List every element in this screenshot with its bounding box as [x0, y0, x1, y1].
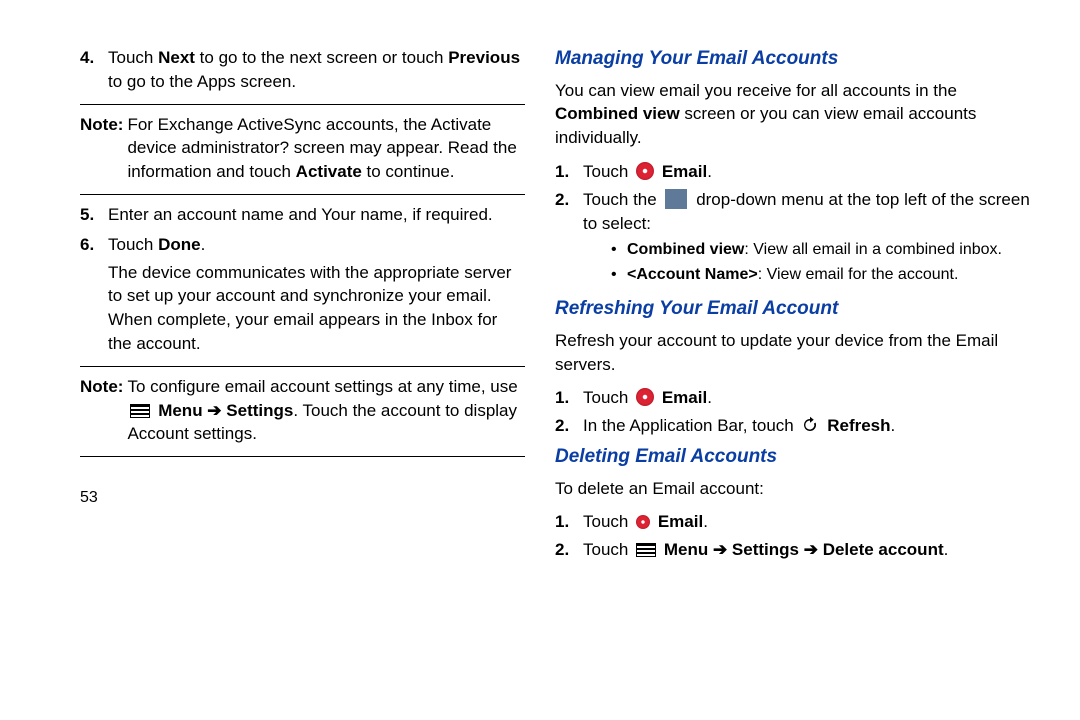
step-body: Touch Done. The device communicates with… — [108, 233, 525, 356]
note-1: Note: For Exchange ActiveSync accounts, … — [80, 113, 525, 184]
managing-steps: 1. Touch Email. 2. Touch the drop-down m… — [555, 160, 1040, 290]
dropdown-icon — [665, 189, 687, 209]
step-number: 4. — [80, 46, 108, 94]
note-body: For Exchange ActiveSync accounts, the Ac… — [127, 113, 525, 184]
refreshing-intro: Refresh your account to update your devi… — [555, 329, 1040, 377]
managing-intro: You can view email you receive for all a… — [555, 79, 1040, 150]
step-number: 1. — [555, 510, 583, 534]
deleting-intro: To delete an Email account: — [555, 477, 1040, 501]
step-number: 2. — [555, 538, 583, 562]
step-body: Touch the drop-down menu at the top left… — [583, 188, 1040, 290]
divider — [80, 104, 525, 105]
email-icon — [636, 388, 654, 406]
note-2: Note: To configure email account setting… — [80, 375, 525, 446]
page-number: 53 — [80, 487, 525, 509]
note-label: Note: — [80, 113, 123, 184]
email-icon — [636, 162, 654, 180]
step-body: Enter an account name and Your name, if … — [108, 203, 525, 227]
step-6: 6. Touch Done. The device communicates w… — [80, 233, 525, 356]
deleting-steps: 1. Touch Email. 2. Touch Menu ➔ Settings… — [555, 510, 1040, 562]
refresh-icon — [801, 416, 819, 434]
step-number: 6. — [80, 233, 108, 356]
managing-bullets: •Combined view: View all email in a comb… — [611, 239, 1040, 286]
manual-page: 4. Touch Next to go to the next screen o… — [0, 0, 1080, 578]
step-number: 5. — [80, 203, 108, 227]
note-label: Note: — [80, 375, 123, 446]
left-column: 4. Touch Next to go to the next screen o… — [40, 40, 525, 568]
step-number: 2. — [555, 188, 583, 290]
step-4: 4. Touch Next to go to the next screen o… — [80, 46, 525, 94]
menu-icon — [636, 543, 656, 557]
step-number: 1. — [555, 386, 583, 410]
step-body: In the Application Bar, touch Refresh. — [583, 414, 1040, 438]
divider — [80, 194, 525, 195]
step-6-paragraph: The device communicates with the appropr… — [108, 261, 525, 356]
heading-refreshing: Refreshing Your Email Account — [555, 296, 1040, 323]
step-body: Touch Email. — [583, 510, 1040, 534]
refreshing-steps: 1. Touch Email. 2. In the Application Ba… — [555, 386, 1040, 438]
divider — [80, 366, 525, 367]
step-body: Touch Next to go to the next screen or t… — [108, 46, 525, 94]
email-icon — [636, 515, 650, 529]
step-number: 2. — [555, 414, 583, 438]
step-body: Touch Email. — [583, 386, 1040, 410]
step-number: 1. — [555, 160, 583, 184]
step-5: 5. Enter an account name and Your name, … — [80, 203, 525, 227]
step-body: Touch Menu ➔ Settings ➔ Delete account. — [583, 538, 1040, 562]
note-body: To configure email account settings at a… — [127, 375, 525, 446]
heading-deleting: Deleting Email Accounts — [555, 444, 1040, 471]
step-body: Touch Email. — [583, 160, 1040, 184]
menu-icon — [130, 404, 150, 418]
heading-managing: Managing Your Email Accounts — [555, 46, 1040, 73]
divider — [80, 456, 525, 457]
right-column: Managing Your Email Accounts You can vie… — [555, 40, 1040, 568]
